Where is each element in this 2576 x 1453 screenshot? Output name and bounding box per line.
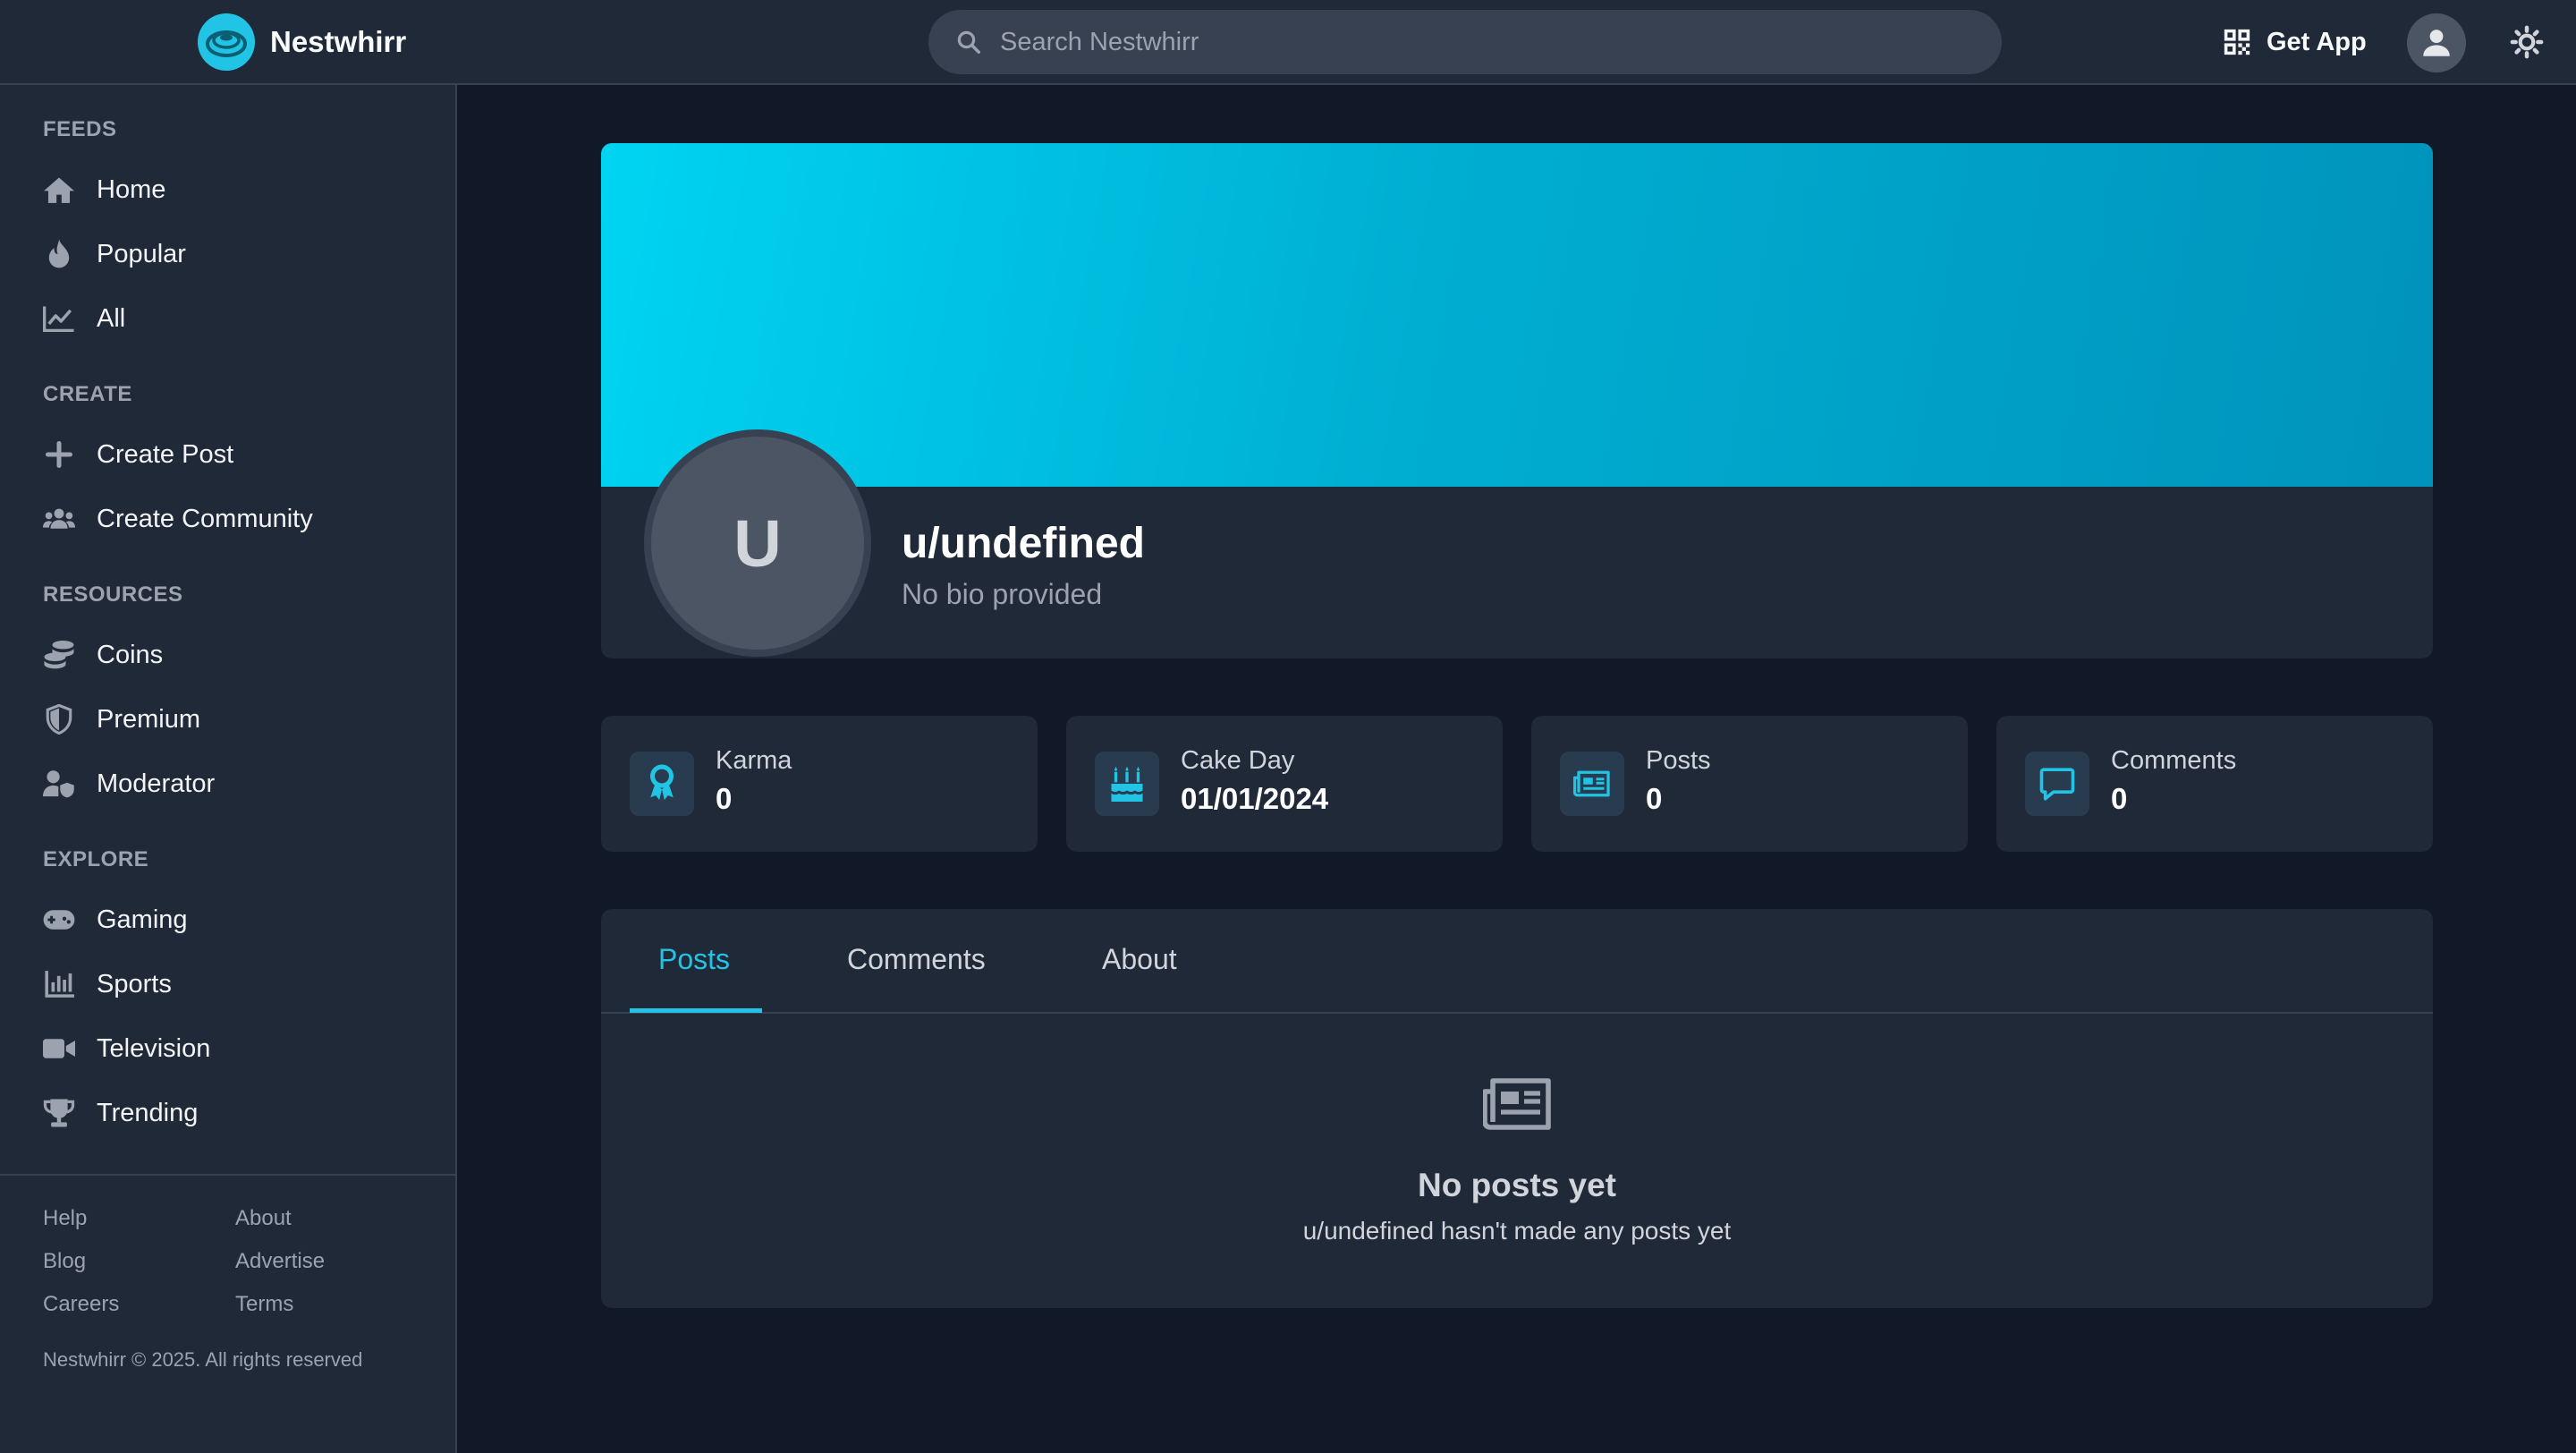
award-icon: [630, 752, 694, 816]
sidebar-item-label: Home: [97, 174, 166, 204]
profile-banner: [601, 143, 2433, 487]
get-app-label: Get App: [2267, 27, 2367, 56]
sidebar-item-premium[interactable]: Premium: [43, 697, 200, 742]
brand-name: Nestwhirr: [270, 25, 407, 58]
profile-avatar: U: [644, 429, 871, 657]
profile-username: u/undefined: [902, 520, 1145, 567]
footer-link-careers[interactable]: Careers: [43, 1292, 119, 1317]
newspaper-icon: [1483, 1078, 1551, 1130]
chart-line-icon: [43, 302, 75, 335]
sidebar-item-label: Coins: [97, 640, 164, 669]
stat-value: 01/01/2024: [1181, 782, 1329, 815]
footer-link-advertise[interactable]: Advertise: [235, 1249, 325, 1274]
sidebar-item-moderator[interactable]: Moderator: [43, 761, 215, 806]
newspaper-icon: [1560, 752, 1624, 816]
sidebar-item-sports[interactable]: Sports: [43, 962, 172, 1007]
tab-posts[interactable]: Posts: [658, 943, 730, 976]
gamepad-icon: [43, 904, 75, 936]
users-icon: [43, 503, 75, 535]
tab-comments[interactable]: Comments: [847, 943, 986, 976]
search-icon: [957, 30, 980, 54]
stat-label: Comments: [2111, 746, 2237, 775]
sidebar-section-resources: RESOURCES: [43, 582, 183, 607]
profile-content-card: Posts Comments About No posts yet u/unde…: [601, 909, 2433, 1308]
footer-link-help[interactable]: Help: [43, 1206, 87, 1231]
sun-icon: [2510, 25, 2544, 59]
footer-link-blog[interactable]: Blog: [43, 1249, 86, 1274]
sidebar-section-feeds: FEEDS: [43, 117, 117, 141]
coins-icon: [43, 639, 75, 671]
qrcode-icon: [2224, 29, 2250, 55]
cake-icon: [1095, 752, 1159, 816]
sidebar-item-label: All: [97, 303, 126, 333]
sidebar-item-television[interactable]: Television: [43, 1026, 210, 1071]
tab-about[interactable]: About: [1102, 943, 1177, 976]
sidebar-divider: [0, 1174, 455, 1176]
sidebar-section-explore: EXPLORE: [43, 847, 149, 871]
copyright-text: Nestwhirr © 2025. All rights reserved: [43, 1348, 363, 1371]
empty-state-title: No posts yet: [1417, 1167, 1617, 1203]
user-menu-button[interactable]: [2407, 13, 2466, 72]
stat-label: Cake Day: [1181, 746, 1295, 775]
comment-icon: [2025, 752, 2089, 816]
stat-value: 0: [2111, 782, 2128, 815]
footer-link-about[interactable]: About: [235, 1206, 292, 1231]
user-shield-icon: [43, 768, 75, 800]
sidebar-item-label: Gaming: [97, 905, 188, 934]
user-icon: [2423, 30, 2450, 56]
sidebar-section-create: CREATE: [43, 382, 132, 406]
sidebar-item-all[interactable]: All: [43, 296, 125, 341]
brand[interactable]: Nestwhirr: [197, 13, 406, 72]
sidebar: FEEDS Home Popular All CREATE Create Pos…: [0, 85, 457, 1453]
stat-card-comments: Comments 0: [1996, 716, 2433, 852]
sidebar-item-coins[interactable]: Coins: [43, 633, 163, 677]
stat-value: 0: [716, 782, 733, 815]
empty-state-subtitle: u/undefined hasn't made any posts yet: [1302, 1217, 1732, 1245]
sidebar-item-create-post[interactable]: Create Post: [43, 432, 233, 477]
video-icon: [43, 1032, 75, 1065]
sidebar-item-label: Television: [97, 1033, 211, 1063]
sidebar-item-label: Premium: [97, 704, 201, 734]
plus-icon: [43, 438, 75, 471]
sidebar-item-popular[interactable]: Popular: [43, 232, 186, 276]
footer-link-terms[interactable]: Terms: [235, 1292, 293, 1317]
nestwhirr-logo-icon: [198, 13, 255, 71]
sidebar-item-gaming[interactable]: Gaming: [43, 897, 188, 942]
stat-value: 0: [1646, 782, 1663, 815]
stat-card-karma: Karma 0: [601, 716, 1038, 852]
profile-card: U u/undefined No bio provided: [601, 143, 2433, 659]
bar-chart-icon: [43, 968, 75, 1000]
sidebar-item-label: Moderator: [97, 769, 216, 798]
home-icon: [43, 174, 75, 206]
sidebar-item-label: Trending: [97, 1098, 199, 1127]
theme-toggle-button[interactable]: [2506, 21, 2547, 63]
sidebar-item-trending[interactable]: Trending: [43, 1091, 198, 1135]
shield-icon: [43, 703, 75, 735]
trophy-icon: [43, 1097, 75, 1129]
top-bar: Nestwhirr Get App: [0, 0, 2576, 85]
tab-bar: Posts Comments About: [601, 909, 2433, 1014]
sidebar-item-label: Create Community: [97, 504, 313, 533]
sidebar-item-create-community[interactable]: Create Community: [43, 497, 313, 541]
active-tab-indicator: [630, 1008, 762, 1013]
get-app-button[interactable]: Get App: [2222, 20, 2367, 64]
stat-card-cake-day: Cake Day 01/01/2024: [1066, 716, 1503, 852]
fire-icon: [43, 238, 75, 270]
stat-label: Posts: [1646, 746, 1711, 775]
search-input[interactable]: [1000, 10, 2002, 74]
stat-card-posts: Posts 0: [1531, 716, 1968, 852]
sidebar-item-label: Popular: [97, 239, 186, 268]
sidebar-item-home[interactable]: Home: [43, 167, 165, 212]
sidebar-item-label: Create Post: [97, 439, 234, 469]
profile-bio: No bio provided: [902, 578, 1103, 610]
stat-label: Karma: [716, 746, 792, 775]
sidebar-item-label: Sports: [97, 969, 172, 998]
search-bar[interactable]: [928, 10, 2002, 74]
